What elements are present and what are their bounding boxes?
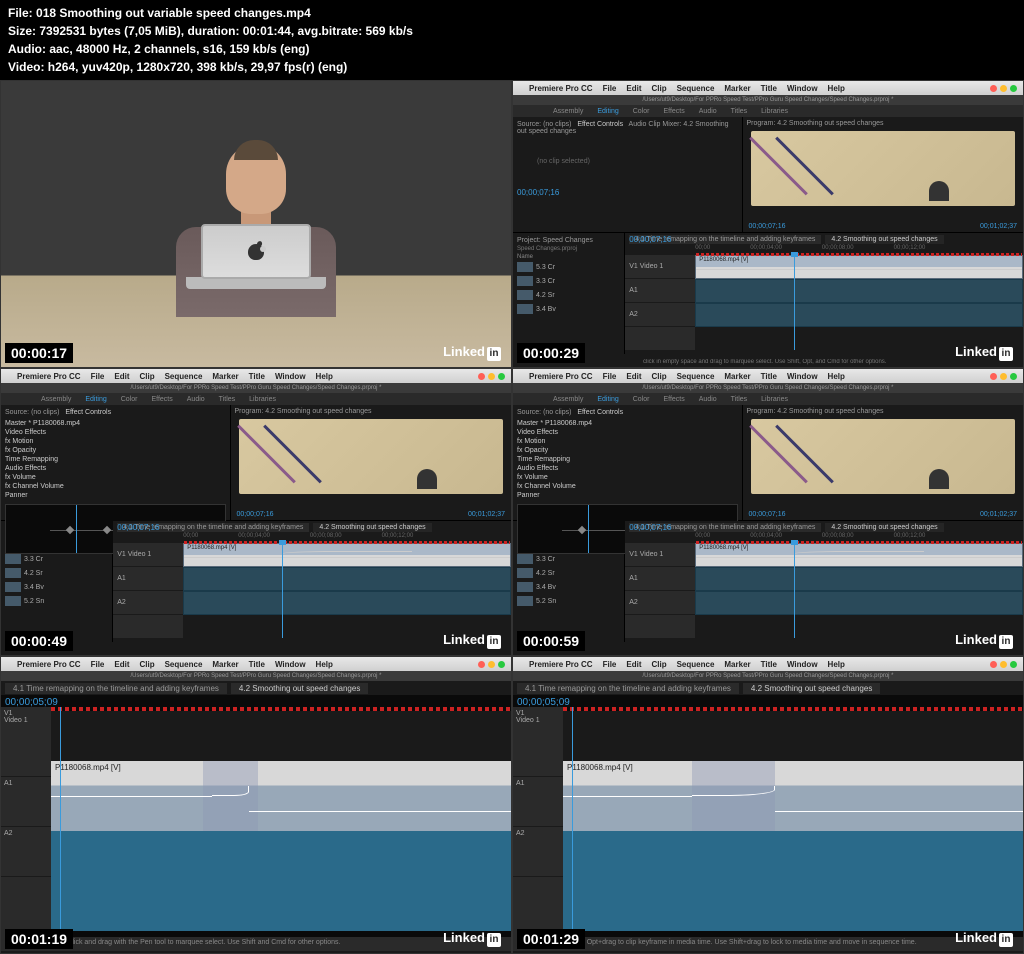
fx-panner[interactable]: Panner (5, 491, 226, 500)
linkedin-watermark: Linkedin (955, 344, 1013, 361)
video-clip-zoomed[interactable]: P1180068.mp4 [V] (51, 761, 511, 831)
timestamp: 00:00:17 (5, 343, 73, 363)
minimize-icon[interactable] (1000, 85, 1007, 92)
menu-file[interactable]: File (603, 84, 617, 93)
close-icon[interactable] (990, 85, 997, 92)
timeline-panel[interactable]: 4.1 Time remapping on the timeline and a… (113, 521, 511, 642)
file-label: File: (8, 6, 33, 20)
track-v1[interactable]: V1 Video 1 (625, 255, 695, 279)
source-timecode: 00;00;07;16 (517, 188, 738, 197)
timeline-tab-2[interactable]: 4.2 Smoothing out speed changes (825, 235, 943, 244)
mac-menubar[interactable]: Premiere Pro CC FileEditClipSequenceMark… (1, 369, 511, 383)
audio-clip[interactable] (695, 303, 1023, 327)
timeline-panel[interactable]: 4.1 Time remapping on the timeline and a… (625, 233, 1023, 354)
ws-color[interactable]: Color (633, 108, 650, 115)
menu-sequence[interactable]: Sequence (677, 84, 715, 93)
workspace-bar[interactable]: Assembly Editing Color Effects Audio Tit… (513, 105, 1023, 117)
project-panel[interactable]: Project: Speed Changes Speed Changes.prp… (513, 233, 625, 354)
project-item[interactable]: 4.2 Sr (517, 288, 620, 302)
mac-menubar[interactable]: Premiere Pro CC File Edit Clip Sequence … (513, 81, 1023, 95)
window-title: /Users/ut9/Desktop/For PPRo Speed Test/P… (513, 95, 1023, 105)
fx-opacity[interactable]: fx Opacity (5, 446, 226, 455)
menu-title[interactable]: Title (761, 84, 777, 93)
keyframe-selection[interactable] (692, 761, 775, 831)
status-hint: speed transition. Use Opt+drag to clip k… (513, 937, 1023, 951)
track-a1[interactable]: A1 (625, 279, 695, 303)
status-hint: click in empty space and drag to marquee… (643, 359, 943, 365)
size-value: 7392531 bytes (7,05 MiB) (39, 24, 180, 38)
timeline-zoomed[interactable]: 4.1 Time remapping on the timeline and a… (1, 681, 511, 951)
effect-controls-panel[interactable]: Source: (no clips) Effect Controls Maste… (1, 405, 231, 520)
bitrate-label: avg.bitrate: (298, 24, 363, 38)
video-label: Video: (8, 60, 44, 74)
duration-value: 00:01:44 (243, 24, 291, 38)
speed-curve[interactable] (51, 796, 212, 797)
video-preview[interactable] (751, 131, 1016, 206)
status-hint: speed keyframe, or click and drag with t… (1, 937, 511, 951)
timestamp: 00:01:19 (5, 929, 73, 949)
thumbnail-3[interactable]: Premiere Pro CC FileEditClipSequenceMark… (0, 368, 512, 656)
thumbnail-5[interactable]: Premiere Pro CC FileEditClipSequenceMark… (0, 656, 512, 954)
project-tab[interactable]: Project: Speed Changes (517, 237, 620, 244)
menu-edit[interactable]: Edit (626, 84, 641, 93)
timestamp: 00:00:49 (5, 631, 73, 651)
ws-libraries[interactable]: Libraries (761, 108, 788, 115)
track-a2[interactable]: A2 (625, 303, 695, 327)
program-tab[interactable]: Program: 4.2 Smoothing out speed changes (743, 117, 1024, 130)
speed-curve[interactable] (249, 811, 511, 812)
timeline-zoomed[interactable]: 4.1 Time remapping on the timeline and a… (513, 681, 1023, 951)
project-item[interactable]: 3.3 Cr (517, 274, 620, 288)
thumbnail-6[interactable]: Premiere Pro CC FileEditClipSequenceMark… (512, 656, 1024, 954)
fx-volume[interactable]: fx Volume (5, 473, 226, 482)
video-value: h264, yuv420p, 1280x720, 398 kb/s, 29,97… (48, 60, 348, 74)
audio-value: aac, 48000 Hz, 2 channels, s16, 159 kb/s… (49, 42, 309, 56)
thumbnail-2[interactable]: Premiere Pro CC File Edit Clip Sequence … (512, 80, 1024, 368)
audio-label: Audio: (8, 42, 46, 56)
timestamp: 00:00:59 (517, 631, 585, 651)
menu-window[interactable]: Window (787, 84, 818, 93)
app-name[interactable]: Premiere Pro CC (529, 84, 593, 93)
menu-clip[interactable]: Clip (651, 84, 666, 93)
ws-effects[interactable]: Effects (663, 108, 684, 115)
thumbnail-4[interactable]: Premiere Pro CC FileEditClipSequenceMark… (512, 368, 1024, 656)
audio-clip[interactable] (695, 279, 1023, 303)
timeline-timecode[interactable]: 00;00;07;16 (629, 235, 671, 244)
size-label: Size: (8, 24, 36, 38)
ws-audio[interactable]: Audio (699, 108, 717, 115)
no-clip-label: (no clip selected) (517, 138, 738, 185)
duration-label: duration: (187, 24, 239, 38)
effect-controls-panel[interactable]: Source: (no clips) Effect Controls Audio… (513, 117, 743, 232)
linkedin-watermark: Linkedin (443, 344, 501, 361)
menu-marker[interactable]: Marker (724, 84, 750, 93)
playhead[interactable] (794, 255, 795, 350)
video-clip[interactable]: P1180068.mp4 [V] (695, 255, 1023, 279)
ws-editing[interactable]: Editing (597, 108, 618, 115)
project-item[interactable]: 3.4 Bv (517, 302, 620, 316)
menu-help[interactable]: Help (828, 84, 845, 93)
fx-video[interactable]: Video Effects (5, 428, 226, 437)
program-tc-right: 00;01;02;37 (980, 223, 1017, 230)
timestamp: 00:00:29 (517, 343, 585, 363)
speed-curve-transition[interactable] (212, 786, 249, 797)
project-item[interactable]: 5.3 Cr (517, 260, 620, 274)
thumbnail-grid: 00:00:17 Linkedin Premiere Pro CC File E… (0, 80, 1024, 954)
ws-titles[interactable]: Titles (731, 108, 747, 115)
program-monitor[interactable]: Program: 4.2 Smoothing out speed changes… (743, 117, 1024, 232)
maximize-icon[interactable] (1010, 85, 1017, 92)
fx-motion[interactable]: fx Motion (5, 437, 226, 446)
ws-assembly[interactable]: Assembly (553, 108, 583, 115)
fx-audio[interactable]: Audio Effects (5, 464, 226, 473)
apple-logo-icon (248, 244, 264, 260)
program-tc-left: 00;00;07;16 (749, 223, 786, 230)
timestamp: 00:01:29 (517, 929, 585, 949)
file-name: 018 Smoothing out variable speed changes… (36, 6, 311, 20)
fx-chvol[interactable]: fx Channel Volume (5, 482, 226, 491)
program-monitor[interactable]: Program: 4.2 Smoothing out speed changes… (231, 405, 512, 520)
media-metadata: File: 018 Smoothing out variable speed c… (0, 0, 1024, 80)
thumbnail-1[interactable]: 00:00:17 Linkedin (0, 80, 512, 368)
bitrate-value: 569 kb/s (366, 24, 413, 38)
fx-remap[interactable]: Time Remapping (5, 455, 226, 464)
